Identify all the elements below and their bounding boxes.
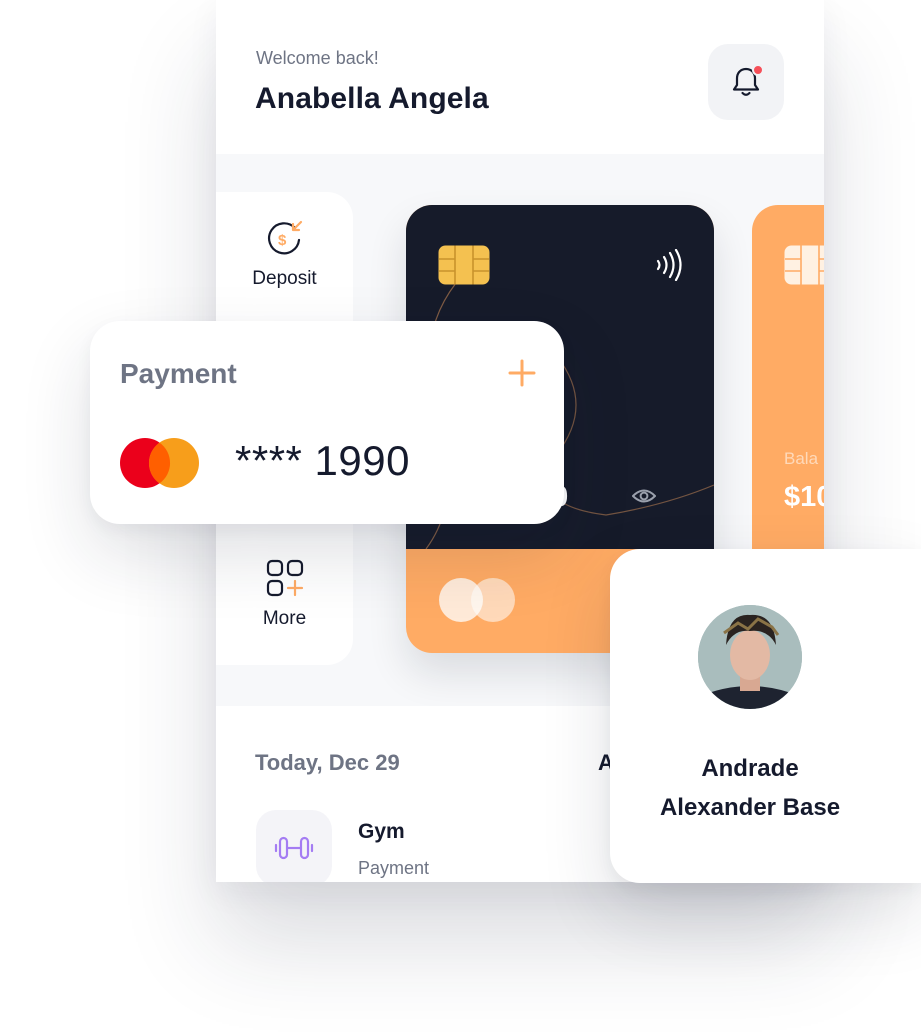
profile-name-line1: Andrade [701, 755, 799, 782]
mastercard-logo [120, 438, 199, 488]
contactless-icon [656, 249, 682, 281]
payment-card[interactable]: Payment **** 1990 [90, 321, 564, 524]
transactions-date: Today, Dec 29 [255, 750, 400, 775]
avatar-image [698, 605, 802, 709]
balance-label: Bala [784, 449, 819, 468]
notifications-button[interactable] [708, 44, 784, 120]
more-label: More [262, 608, 307, 629]
header: Welcome back! Anabella Angela [216, 0, 824, 154]
more-button[interactable]: More [216, 558, 353, 630]
transaction-subtitle: Payment [358, 858, 430, 878]
gym-icon-box [256, 810, 332, 882]
avatar [698, 605, 802, 709]
svg-text:$: $ [278, 232, 287, 249]
eye-icon[interactable] [632, 486, 656, 506]
notification-dot [752, 64, 764, 76]
profile-name: Andrade Alexander Base [610, 749, 890, 827]
payment-title: Payment [120, 358, 237, 389]
deposit-label: Deposit [252, 268, 317, 289]
balance-value: $10 [784, 481, 824, 513]
profile-name-line2: Alexander Base [659, 794, 841, 821]
welcome-text: Welcome back! [256, 48, 379, 68]
plus-icon[interactable] [508, 359, 536, 387]
profile-card[interactable]: Andrade Alexander Base [610, 549, 921, 883]
user-name: Anabella Angela [255, 82, 489, 115]
deposit-icon: $ [267, 220, 302, 255]
dumbbell-icon [274, 836, 314, 860]
card-chip-icon [438, 245, 490, 285]
card-chip-icon [784, 245, 824, 285]
deposit-button[interactable]: $ Deposit [216, 218, 353, 290]
mastercard-white-logo [439, 578, 515, 622]
masked-card-number: **** 1990 [235, 437, 410, 484]
transaction-title[interactable]: Gym [358, 820, 405, 844]
more-grid-icon [266, 559, 303, 597]
